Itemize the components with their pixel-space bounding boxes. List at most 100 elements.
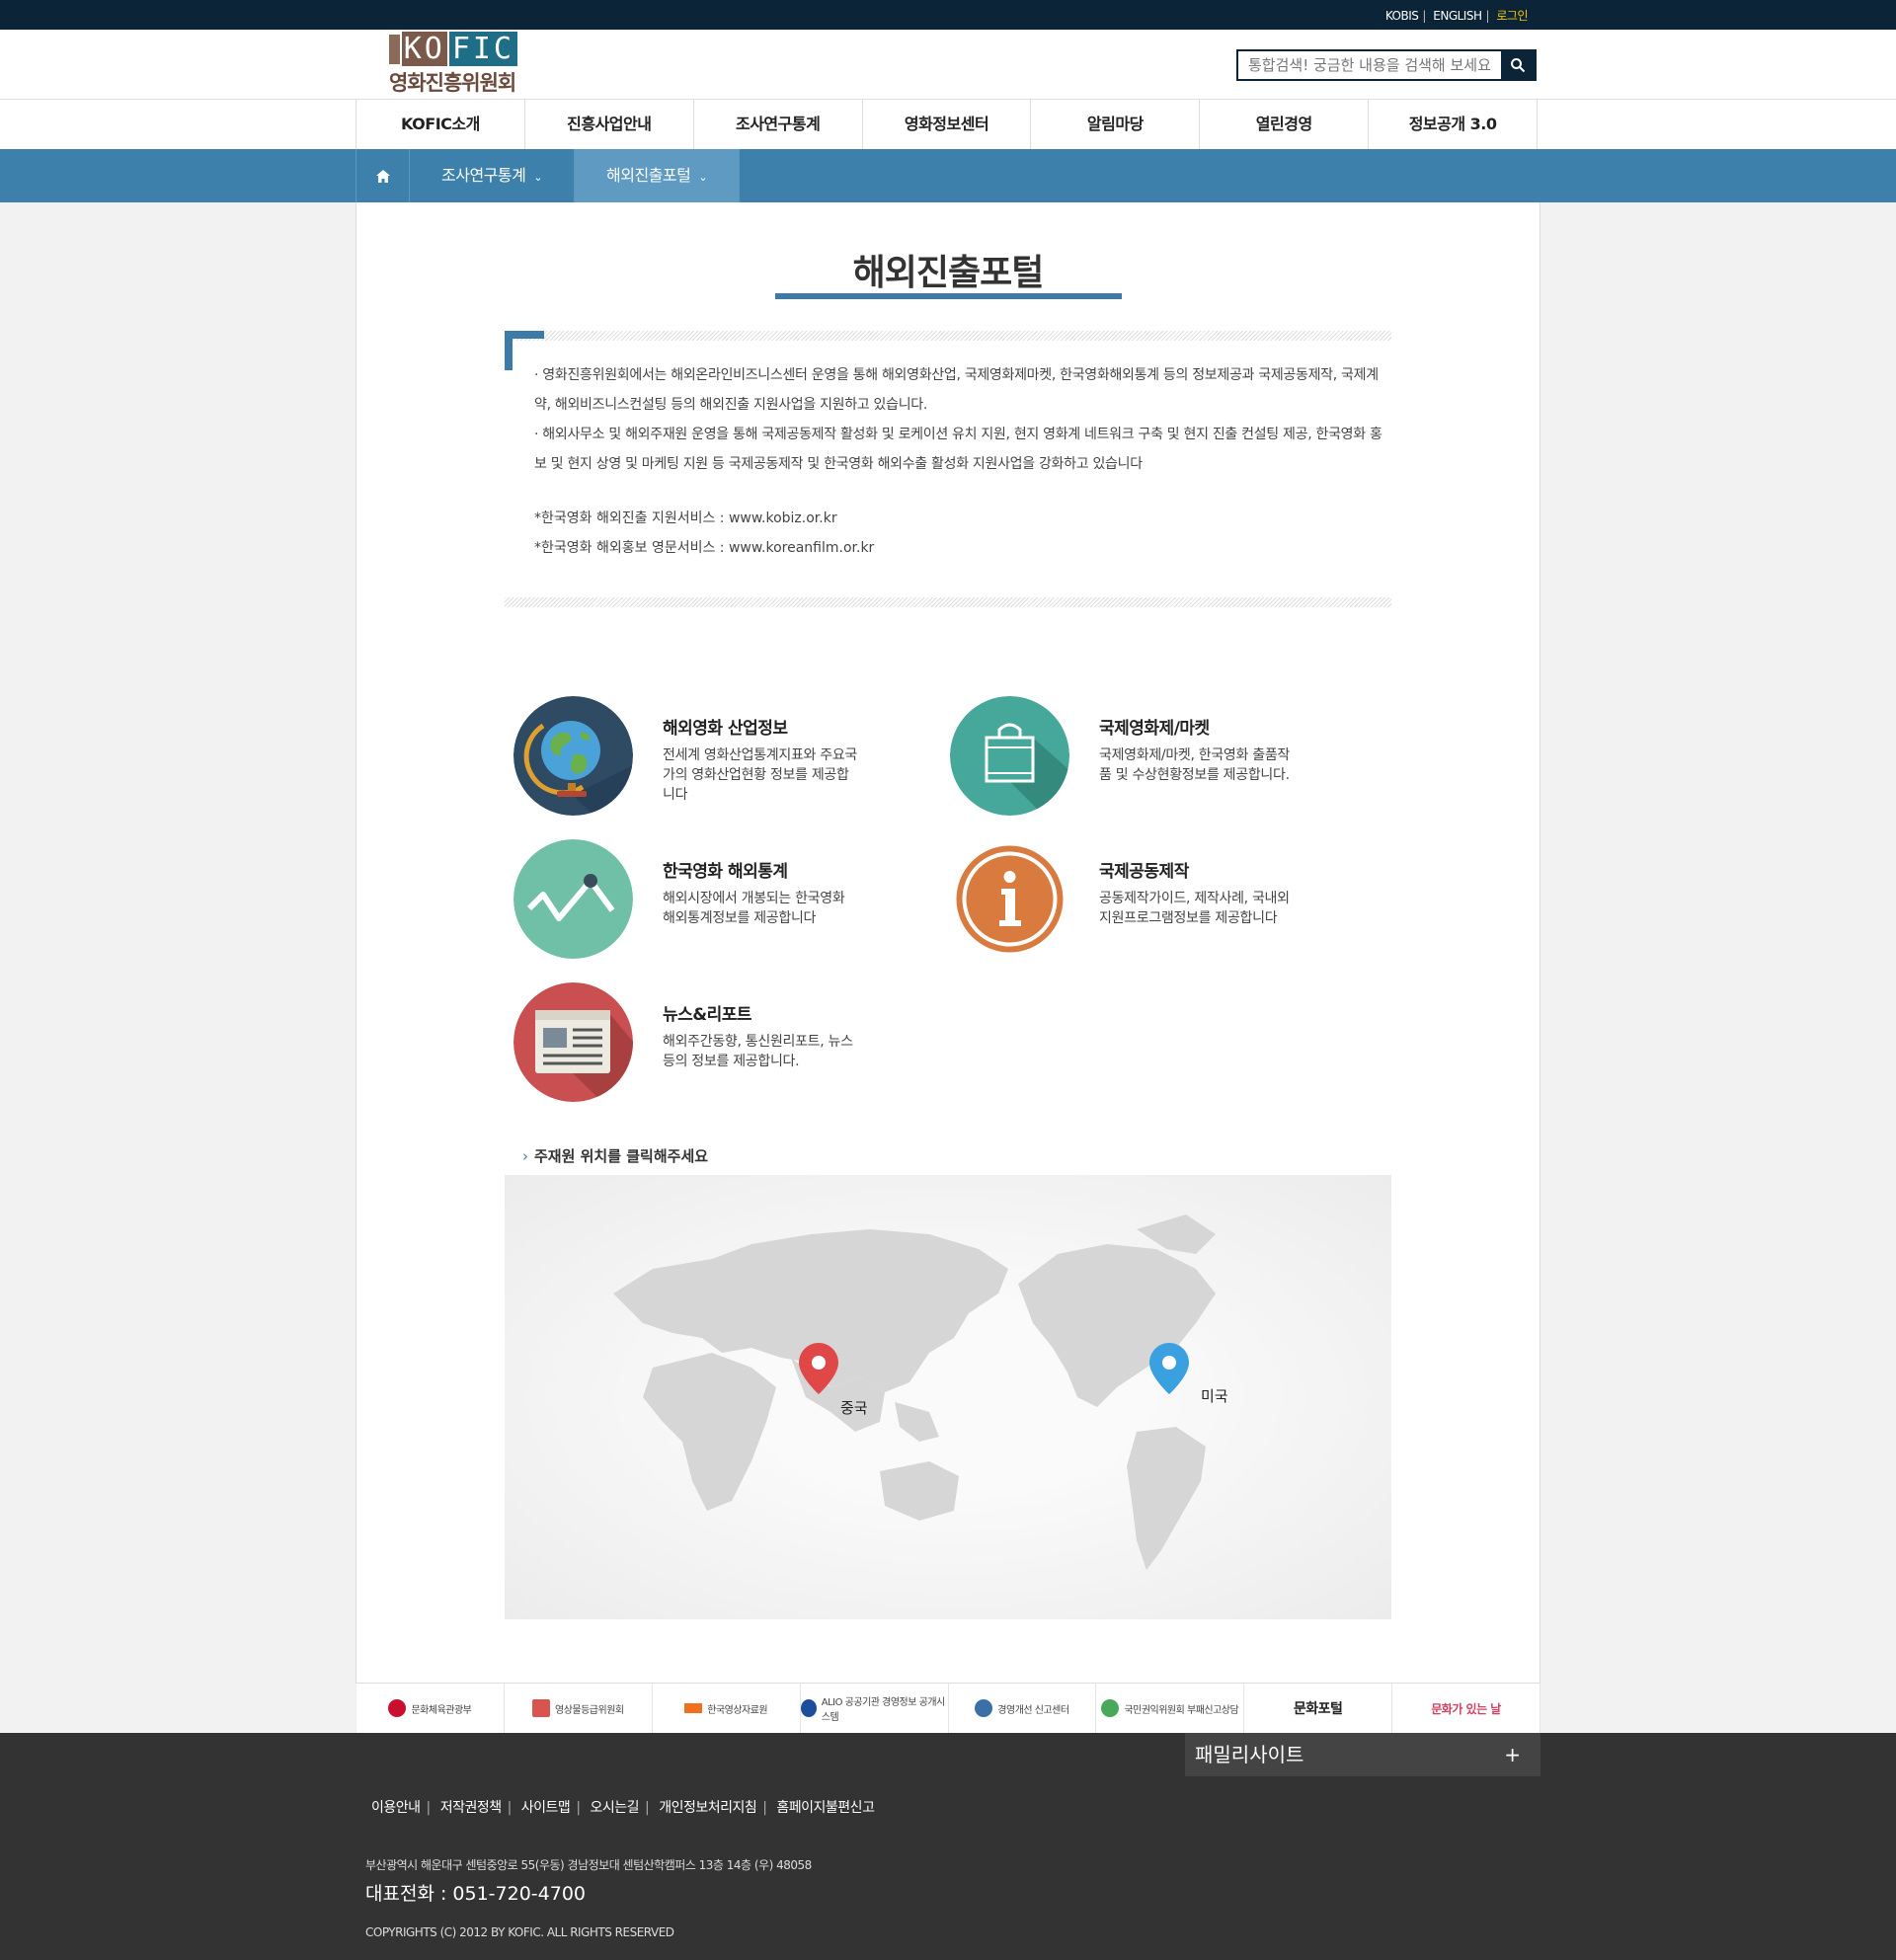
site-footer: 패밀리사이트 + 이용안내 | 저작권정책 | 사이트맵 | 오시는길 | 개인정보처리… [0,1733,1896,1960]
partner-kmrb[interactable]: 영상물등급위원회 [505,1684,653,1733]
breadcrumb: 조사연구통계 ⌄ 해외진출포털 ⌄ [0,149,1896,202]
logo-korean-name: 영화진흥위원회 [389,71,516,95]
partner-mcst[interactable]: 문화체육관광부 [356,1684,505,1733]
service-title: 뉴스&리포트 [663,1005,752,1025]
service-description: 해외시장에서 개봉되는 한국영화 해외통계정보를 제공합니다 [663,891,845,926]
partner-label: 국민권익위원회 부패신고상담 [1124,1704,1239,1716]
title-underline [775,293,1122,299]
partner-culture-day[interactable]: 문화가 있는 날 [1392,1684,1540,1733]
service-title: 국제영화제/마켓 [1099,719,1210,739]
partner-alio[interactable]: ALIO 공공기관 경영정보 공개시스템 [800,1684,949,1733]
line-chart-icon [514,839,633,959]
service-item-festival[interactable]: 국제영화제/마켓 국제영화제/마켓, 한국영화 출품작품 및 수상현황정보를 제… [941,696,1376,820]
partner-report-center[interactable]: 경영개선 신고센터 [949,1684,1097,1733]
kofic-logo[interactable]: KO FIC 영화진흥위원회 [389,32,517,95]
top-utility-bar: KOBIS | ENGLISH | 로그인 [0,0,1896,30]
service-title: 해외영화 산업정보 [663,719,788,739]
footer-address: 부산광역시 해운대구 센텀중앙로 55(우동) 경남정보대 센텀산학캠퍼스 13… [365,1858,812,1872]
map-pin-icon [799,1343,838,1394]
intro-paragraph: · 해외사무소 및 해외주재원 운영을 통해 국제공동제작 활성화 및 로케이션… [534,427,1382,472]
world-map-shape [613,1215,1216,1570]
footer-link-privacy[interactable]: 개인정보처리지침 [659,1800,757,1816]
partner-label: 문화체육관광부 [411,1704,472,1716]
login-link[interactable]: 로그인 [1496,9,1528,23]
nav-item-notice[interactable]: 알림마당 [1031,100,1201,149]
map-marker-usa[interactable] [1149,1343,1189,1398]
search-button[interactable] [1501,51,1535,79]
partner-label: 경영개선 신고센터 [997,1704,1069,1716]
service-item-coproduction[interactable]: 국제공동제작 공동제작가이드, 제작사례, 국내외지원프로그램정보를 제공합니다 [941,839,1376,963]
taegeuk-icon [388,1699,407,1717]
partner-label: ALIO 공공기관 경영정보 공개시스템 [821,1697,945,1723]
footer-link-guide[interactable]: 이용안내 [371,1800,421,1816]
partner-acrc[interactable]: 국민권익위원회 부패신고상담 [1096,1684,1245,1733]
footer-link-copyright[interactable]: 저작권정책 [440,1800,502,1816]
logo-wordmark: KO FIC [401,32,517,66]
partner-label: 한국영상자료원 [707,1704,768,1716]
breadcrumb-level1[interactable]: 조사연구통계 ⌄ [410,149,576,202]
footer-link-directions[interactable]: 오시는길 [590,1800,639,1816]
nav-item-promotion[interactable]: 진흥사업안내 [525,100,694,149]
service-description: 전세계 영화산업통계지표와 주요국가의 영화산업현황 정보를 제공합니다 [663,747,857,803]
service-item-statistics[interactable]: 한국영화 해외통계 해외시장에서 개봉되는 한국영화 해외통계정보를 제공합니다 [505,839,939,963]
search-box [1236,49,1537,81]
corner-accent [505,331,513,370]
nav-item-kofic[interactable]: KOFIC소개 [356,100,525,149]
chevron-down-icon: ⌄ [533,171,543,184]
globe-icon [514,696,633,816]
partner-label: 문화가 있는 날 [1431,1701,1501,1716]
kofa-logo-icon [684,1703,703,1713]
footer-link-report[interactable]: 홈페이지불편신고 [776,1800,875,1816]
service-item-news[interactable]: 뉴스&리포트 해외주간동향, 통신원리포트, 뉴스 등의 정보를 제공합니다. [505,982,939,1106]
home-icon [375,169,390,183]
main-content: 해외진출포털 · 영화진흥위원회에서는 해외온라인비즈니스센터 운영을 통해 해… [356,202,1540,1684]
breadcrumb-level2-label: 해외진출포털 [606,166,691,185]
search-input[interactable] [1238,51,1501,79]
family-site-label: 패밀리사이트 [1195,1743,1304,1766]
nav-item-open-management[interactable]: 열린경영 [1200,100,1370,149]
family-site-dropdown[interactable]: 패밀리사이트 + [1185,1733,1540,1776]
main-navigation: KOFIC소개 진흥사업안내 조사연구통계 영화정보센터 알림마당 열린경영 정… [0,100,1896,149]
site-header: KO FIC 영화진흥위원회 [0,30,1896,100]
map-heading: › 주재원 위치를 클릭해주세요 [522,1145,708,1166]
breadcrumb-level1-label: 조사연구통계 [441,166,526,185]
kobiz-link[interactable]: *한국영화 해외진출 지원서비스 : www.kobiz.or.kr [534,504,1383,533]
footer-link-sitemap[interactable]: 사이트맵 [521,1800,571,1816]
nav-item-research[interactable]: 조사연구통계 [694,100,863,149]
home-button[interactable] [356,149,410,202]
acrc-logo-icon [1101,1699,1120,1717]
partner-label: 영상물등급위원회 [555,1704,624,1716]
chevron-right-icon: › [522,1147,528,1165]
service-description: 공동제작가이드, 제작사례, 국내외지원프로그램정보를 제공합니다 [1099,891,1290,926]
map-marker-china-label[interactable]: 중국 [840,1397,868,1418]
plus-icon: + [1504,1743,1521,1766]
map-marker-china[interactable] [799,1343,838,1398]
footer-copyright: COPYRIGHTS (C) 2012 BY KOFIC. ALL RIGHTS… [365,1925,674,1939]
english-link[interactable]: ENGLISH [1433,9,1482,23]
service-title: 한국영화 해외통계 [663,862,788,882]
chevron-down-icon: ⌄ [698,171,708,184]
kobis-link[interactable]: KOBIS [1385,9,1419,23]
map-pin-icon [1149,1343,1189,1394]
logo-mark [389,35,400,64]
world-map: 중국 미국 [505,1175,1391,1619]
info-icon [950,839,1069,959]
kmrb-logo-icon [532,1699,550,1717]
map-heading-label: 주재원 위치를 클릭해주세요 [534,1147,709,1165]
breadcrumb-level2[interactable]: 해외진출포털 ⌄ [575,149,741,202]
nav-item-disclosure[interactable]: 정보공개 3.0 [1369,100,1539,149]
alio-logo-icon [800,1699,817,1717]
service-description: 해외주간동향, 통신원리포트, 뉴스 등의 정보를 제공합니다. [663,1034,853,1069]
koreanfilm-link[interactable]: *한국영화 해외홍보 영문서비스 : www.koreanfilm.or.kr [534,533,1383,563]
nav-item-info-center[interactable]: 영화정보센터 [863,100,1032,149]
service-item-industry[interactable]: 해외영화 산업정보 전세계 영화산업통계지표와 주요국가의 영화산업현황 정보를… [505,696,939,820]
utility-links: KOBIS | ENGLISH | 로그인 [1384,9,1529,23]
footer-phone: 대표전화 : 051-720-4700 [365,1883,586,1905]
partner-kofa[interactable]: 한국영상자료원 [653,1684,801,1733]
service-description: 국제영화제/마켓, 한국영화 출품작품 및 수상현황정보를 제공합니다. [1099,747,1290,783]
page-title: 해외진출포털 [852,253,1045,293]
partner-culture-portal[interactable]: 문화포털 [1244,1684,1393,1733]
search-icon [1511,58,1526,73]
divider [505,597,1391,607]
map-marker-usa-label[interactable]: 미국 [1201,1385,1228,1406]
